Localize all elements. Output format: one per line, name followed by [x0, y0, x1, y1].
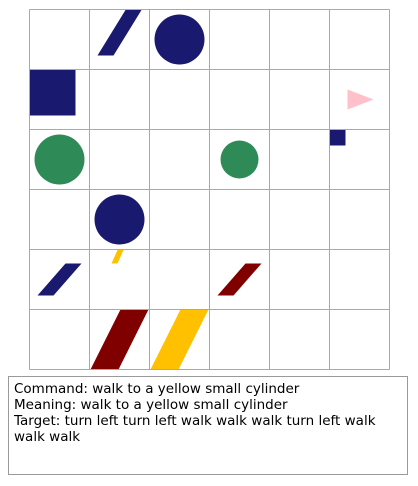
- object-square: [29, 69, 76, 116]
- command-panel: Command: walk to a yellow small cylinder…: [8, 376, 408, 475]
- meaning-text: Meaning: walk to a yellow small cylinder: [14, 397, 288, 413]
- grid-canvas: [29, 9, 390, 370]
- object-circle: [94, 194, 145, 245]
- object-circle: [154, 14, 205, 65]
- object-circle: [220, 140, 259, 179]
- object-circle: [34, 134, 85, 185]
- object-square: [329, 129, 346, 146]
- grid-world: [29, 9, 390, 370]
- target-text: Target: turn left turn left walk walk wa…: [14, 413, 376, 445]
- command-text: Command: walk to a yellow small cylinder: [14, 381, 300, 397]
